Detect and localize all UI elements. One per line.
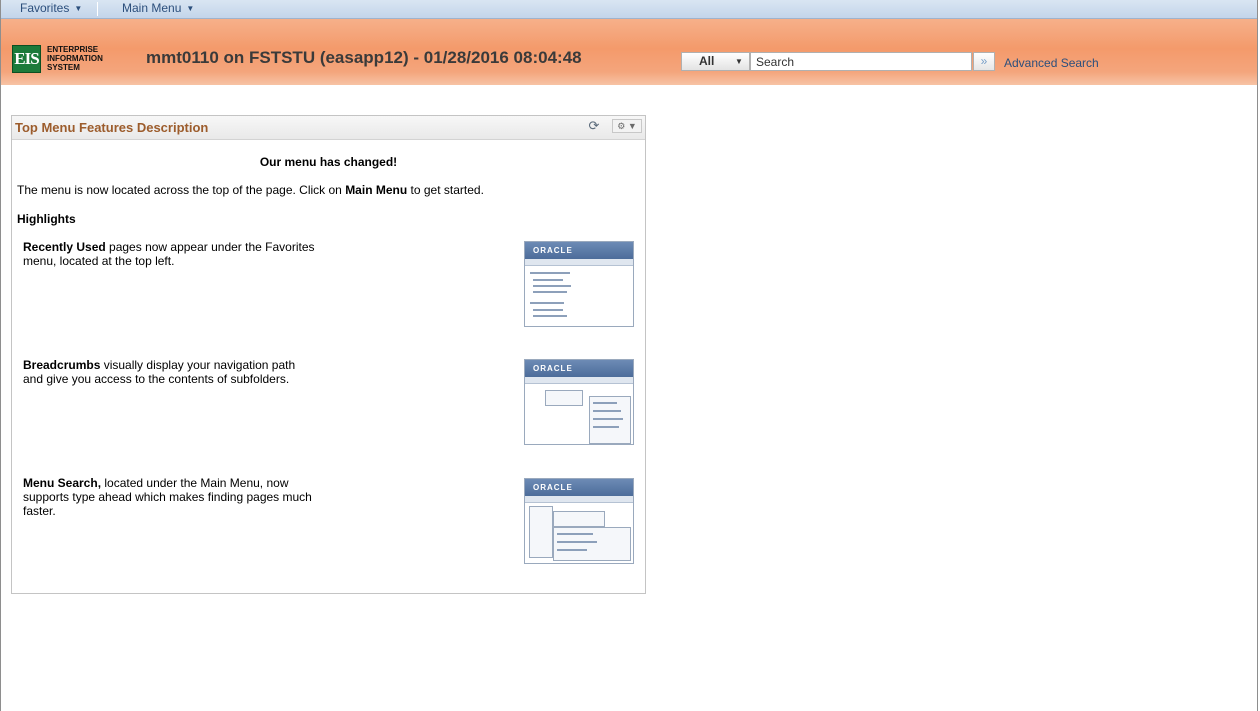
main-menu[interactable]: Main Menu ▼ xyxy=(122,0,194,18)
favorites-menu-label: Favorites xyxy=(20,1,70,15)
recently-used-thumbnail: ORACLE xyxy=(524,241,634,327)
advanced-search-link[interactable]: Advanced Search xyxy=(1004,56,1099,70)
double-chevron-right-icon: » xyxy=(980,54,988,68)
feature-menu-search: Menu Search, located under the Main Menu… xyxy=(23,476,333,518)
thumbnail-line xyxy=(533,285,571,287)
eis-logo: EIS xyxy=(12,45,41,73)
oracle-logo: ORACLE xyxy=(525,479,633,496)
thumbnail-line xyxy=(593,410,621,412)
pagelet-heading: Our menu has changed! xyxy=(259,155,398,169)
feature-title: Breadcrumbs xyxy=(23,358,101,372)
thumbnail-line xyxy=(530,272,570,274)
intro-text-part: to get started. xyxy=(407,183,484,197)
thumbnail-line xyxy=(533,291,567,293)
thumbnail-box xyxy=(553,511,605,527)
pagelet-title: Top Menu Features Description xyxy=(15,120,209,135)
logo-line-1: ENTERPRISE xyxy=(47,45,99,54)
thumbnail-line xyxy=(530,302,564,304)
thumbnail-nav xyxy=(525,259,633,266)
oracle-logo: ORACLE xyxy=(525,360,633,377)
logo-line-3: SYSTEM xyxy=(47,63,80,72)
search-scope-value: All xyxy=(699,54,715,68)
feature-breadcrumbs: Breadcrumbs visually display your naviga… xyxy=(23,358,313,386)
top-menu-bar: Favorites ▼ Main Menu ▼ xyxy=(1,0,1257,19)
chevron-down-icon: ▼ xyxy=(735,57,743,66)
thumbnail-line xyxy=(533,309,563,311)
search-scope-select[interactable]: All ▼ xyxy=(681,52,750,71)
menu-divider xyxy=(97,2,98,16)
feature-title: Recently Used xyxy=(23,240,106,254)
thumbnail-line xyxy=(557,549,587,551)
thumbnail-line xyxy=(593,418,623,420)
thumbnail-line xyxy=(557,541,597,543)
top-menu-features-pagelet: Top Menu Features Description ⟳ ⚙ ▼ Our … xyxy=(11,115,646,594)
main-menu-label: Main Menu xyxy=(122,1,182,15)
menu-search-thumbnail: ORACLE xyxy=(524,478,634,564)
pagelet-header: Top Menu Features Description ⟳ ⚙ ▼ xyxy=(12,116,645,140)
feature-title: Menu Search, xyxy=(23,476,102,490)
oracle-logo: ORACLE xyxy=(525,242,633,259)
session-title: mmt0110 on FSTSTU (easapp12) - 01/28/201… xyxy=(146,48,582,67)
breadcrumbs-thumbnail: ORACLE xyxy=(524,359,634,445)
thumbnail-nav xyxy=(525,496,633,503)
intro-text-bold: Main Menu xyxy=(345,183,408,197)
thumbnail-box xyxy=(545,390,583,406)
thumbnail-line xyxy=(557,533,593,535)
intro-text-part: The menu is now located across the top o… xyxy=(17,183,346,197)
thumbnail-nav xyxy=(525,377,633,384)
highlights-heading: Highlights xyxy=(17,212,76,226)
thumbnail-line xyxy=(533,279,563,281)
thumbnail-box xyxy=(529,506,553,558)
thumbnail-line xyxy=(593,402,617,404)
refresh-icon[interactable]: ⟳ xyxy=(587,119,601,133)
logo-line-2: INFORMATION xyxy=(47,54,103,63)
search-input[interactable] xyxy=(750,52,972,71)
eis-logo-text: ENTERPRISE INFORMATION SYSTEM xyxy=(47,45,137,72)
chevron-down-icon: ▼ xyxy=(74,4,83,13)
chevron-down-icon: ▼ xyxy=(186,4,195,13)
search-go-button[interactable]: » xyxy=(973,52,995,71)
thumbnail-line xyxy=(533,315,567,317)
intro-text: The menu is now located across the top o… xyxy=(17,183,484,197)
pagelet-options-gear-icon[interactable]: ⚙ ▼ xyxy=(612,119,642,133)
favorites-menu[interactable]: Favorites ▼ xyxy=(20,0,82,18)
thumbnail-line xyxy=(593,426,619,428)
feature-recently-used: Recently Used pages now appear under the… xyxy=(23,240,323,268)
